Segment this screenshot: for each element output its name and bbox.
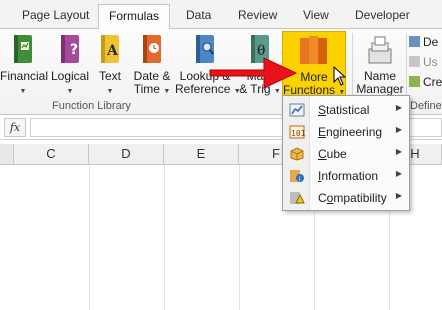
svg-text:?: ?: [70, 42, 78, 58]
create-from-selection-item[interactable]: Cre: [409, 75, 442, 89]
function-library-group-label: Function Library: [52, 100, 131, 112]
statistical-icon: [289, 103, 305, 117]
name-manager-button[interactable]: Name Manager: [354, 31, 406, 97]
book-financial-icon: [14, 35, 32, 63]
menu-item-statistical-label: Statistical: [318, 103, 370, 117]
name-manager-icon: [368, 36, 392, 64]
submenu-arrow-icon: ▶: [395, 125, 402, 134]
svg-text:101: 101: [291, 129, 305, 138]
submenu-arrow-icon: ▶: [395, 169, 402, 178]
more-functions-books-icon: [300, 36, 327, 64]
submenu-arrow-icon: ▶: [395, 191, 402, 200]
financial-button[interactable]: Financial ▼: [0, 31, 49, 97]
menu-item-information-label: Information: [318, 169, 379, 183]
menu-item-engineering-label: Engineering: [318, 125, 383, 139]
book-date-time-icon: [143, 35, 161, 63]
logical-label: Logical: [50, 69, 90, 83]
select-all-corner[interactable]: [0, 144, 14, 165]
information-icon: i: [290, 170, 304, 183]
menu-item-compatibility-label: Compatibility: [318, 191, 387, 205]
submenu-arrow-icon: ▶: [395, 103, 402, 112]
tab-review[interactable]: Review: [238, 8, 277, 22]
menu-item-cube[interactable]: Cube ▶: [284, 143, 409, 165]
column-header-e[interactable]: E: [164, 144, 239, 165]
logical-button[interactable]: ? Logical ▼: [49, 31, 91, 97]
menu-item-engineering[interactable]: 101 Engineering ▶: [284, 121, 409, 143]
book-logical-icon: ?: [61, 35, 79, 63]
red-arrow-annotation-icon: [209, 57, 298, 89]
tab-data[interactable]: Data: [186, 8, 211, 22]
book-text-icon: A: [101, 35, 119, 63]
mouse-pointer-icon: [333, 66, 347, 86]
date-time-label-1: Date &: [133, 69, 171, 83]
cube-icon: [290, 147, 304, 161]
column-header-d[interactable]: D: [89, 144, 164, 165]
tab-view[interactable]: View: [303, 8, 329, 22]
name-manager-label-1: Name: [363, 69, 396, 83]
column-header-c[interactable]: C: [14, 144, 89, 165]
svg-text:A: A: [106, 43, 119, 59]
insert-function-button[interactable]: fx: [4, 118, 26, 137]
use-in-formula-item[interactable]: Us: [409, 55, 438, 69]
menu-item-compatibility[interactable]: Compatibility ▶: [284, 187, 409, 209]
defined-names-group-label: Define: [410, 100, 442, 112]
engineering-icon: 101: [289, 125, 305, 139]
name-manager-label-2: Manager: [356, 82, 404, 96]
tab-page-layout[interactable]: Page Layout: [22, 8, 89, 22]
menu-item-statistical[interactable]: Statistical ▶: [284, 99, 409, 121]
more-functions-label-1: More: [300, 70, 328, 84]
text-button[interactable]: A Text ▼: [94, 31, 126, 97]
ribbon-tab-strip: Page Layout Formulas Data Review View De…: [0, 0, 442, 30]
menu-item-cube-label: Cube: [318, 147, 347, 161]
submenu-arrow-icon: ▶: [395, 147, 402, 156]
tab-formulas[interactable]: Formulas: [98, 4, 171, 30]
date-time-label-2: Time: [133, 82, 160, 96]
define-name-item[interactable]: De: [409, 35, 438, 49]
more-functions-menu: Statistical ▶ 101 Engineering ▶ Cube ▶ i…: [282, 95, 410, 211]
menu-item-information[interactable]: i Information ▶: [284, 165, 409, 187]
financial-label: Financial: [0, 69, 49, 83]
compatibility-icon: [290, 192, 305, 204]
date-time-button[interactable]: Date & Time ▼: [130, 31, 174, 97]
tab-developer[interactable]: Developer: [355, 8, 410, 22]
text-label: Text: [98, 69, 121, 83]
